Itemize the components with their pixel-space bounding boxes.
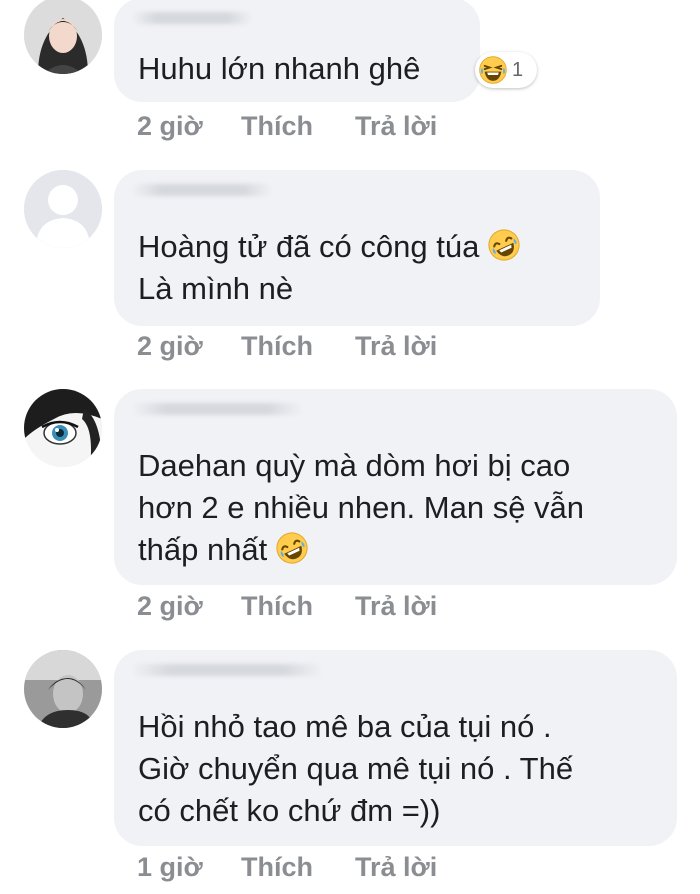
comment-line: Hoàng tử đã có công túa [138, 229, 480, 264]
reaction-count: 1 [512, 58, 524, 81]
comment-actions: 2 giờ Thích Trả lời [137, 111, 437, 142]
comment-bubble: Hoàng tử đã có công túa Là mình nè [114, 170, 600, 326]
comment-text: Hồi nhỏ tao mê ba của tụi nó . Giờ chuyể… [138, 706, 573, 832]
timestamp[interactable]: 2 giờ [137, 111, 241, 142]
avatar[interactable] [24, 0, 102, 74]
author-name[interactable] [132, 184, 272, 196]
comment-text: Hoàng tử đã có công túa Là mình nè [138, 226, 521, 310]
comment-bubble: Huhu lớn nhanh ghê 1 [114, 0, 537, 102]
like-button[interactable]: Thích [241, 111, 355, 142]
comment-actions: 1 giờ Thích Trả lời [137, 852, 437, 883]
comment-actions: 2 giờ Thích Trả lời [137, 331, 437, 362]
timestamp[interactable]: 2 giờ [137, 591, 241, 622]
comment-text: Huhu lớn nhanh ghê [138, 48, 420, 90]
author-name[interactable] [132, 12, 252, 24]
like-button[interactable]: Thích [241, 591, 355, 622]
timestamp[interactable]: 1 giờ [137, 852, 241, 883]
comment-line: Huhu lớn nhanh ghê [138, 51, 421, 86]
comment-line: có chết ko chứ đm =)) [138, 793, 441, 828]
author-name[interactable] [132, 664, 322, 676]
comment-line: Hồi nhỏ tao mê ba của tụi nó . [138, 709, 552, 744]
comment-line: Giờ chuyển qua mê tụi nó . Thế [138, 751, 574, 786]
reply-button[interactable]: Trả lời [355, 852, 437, 883]
comment-bubble: Hồi nhỏ tao mê ba của tụi nó . Giờ chuyể… [114, 650, 677, 846]
comment-actions: 2 giờ Thích Trả lời [137, 591, 437, 622]
like-button[interactable]: Thích [241, 852, 355, 883]
avatar[interactable] [24, 650, 102, 728]
rofl-emoji-icon [487, 228, 521, 262]
reply-button[interactable]: Trả lời [355, 111, 437, 142]
comment-text: Daehan quỳ mà dòm hơi bị cao hơn 2 e nhi… [138, 445, 584, 571]
like-button[interactable]: Thích [241, 331, 355, 362]
comment-bubble: Daehan quỳ mà dòm hơi bị cao hơn 2 e nhi… [114, 389, 677, 585]
comment-line: thấp nhất [138, 532, 268, 567]
reaction-summary[interactable]: 1 [475, 52, 537, 88]
timestamp[interactable]: 2 giờ [137, 331, 241, 362]
laughing-emoji-icon [478, 55, 508, 85]
comment-line: Là mình nè [138, 271, 294, 306]
avatar[interactable] [24, 389, 102, 467]
rofl-emoji-icon [275, 531, 309, 565]
comment-line: hơn 2 e nhiều nhen. Man sệ vẫn [138, 490, 585, 525]
comment-line: Daehan quỳ mà dòm hơi bị cao [138, 448, 571, 483]
avatar[interactable] [24, 170, 102, 248]
reply-button[interactable]: Trả lời [355, 591, 437, 622]
author-name[interactable] [132, 403, 302, 415]
reply-button[interactable]: Trả lời [355, 331, 437, 362]
